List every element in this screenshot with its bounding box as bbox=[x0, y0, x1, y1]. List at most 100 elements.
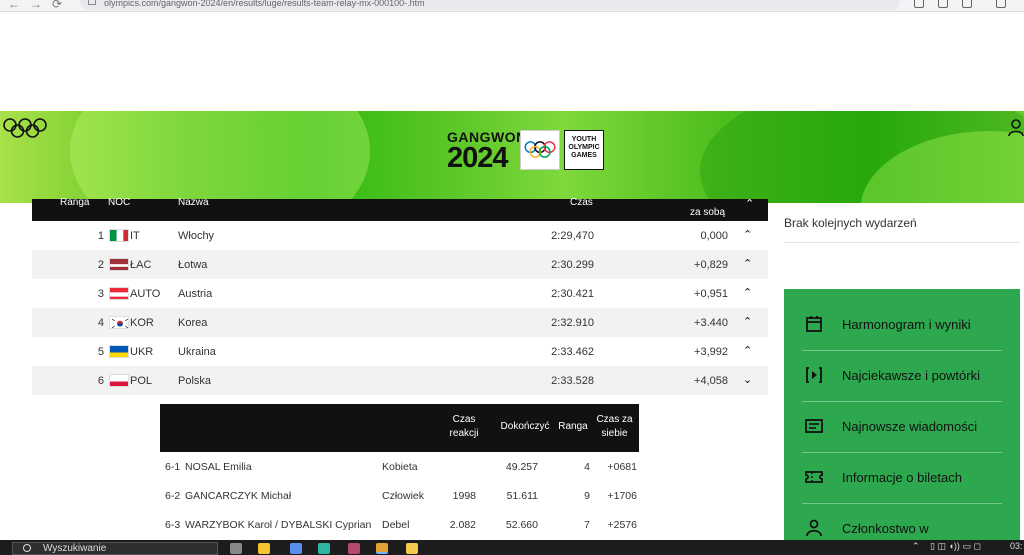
member-finish: 52.660 bbox=[505, 519, 538, 531]
divider bbox=[784, 242, 1020, 243]
col-name[interactable]: Nazwa bbox=[178, 197, 209, 208]
row-rank: 3 bbox=[97, 288, 104, 300]
edge-icon[interactable] bbox=[318, 543, 330, 554]
member-own-time: +0681 bbox=[607, 461, 638, 473]
result-row[interactable]: 1 IT Włochy 2:29,470 0,000 ⌃ bbox=[32, 221, 768, 250]
clock[interactable]: 03: bbox=[1010, 541, 1023, 551]
download-icon[interactable] bbox=[914, 0, 924, 8]
member-finish: 49.257 bbox=[505, 461, 538, 473]
result-row[interactable]: 5 UKR Ukraina 2:33.462 +3,992 ⌃ bbox=[32, 337, 768, 366]
member-reaction: 2.082 bbox=[449, 519, 476, 531]
row-time: 2:33.528 bbox=[551, 375, 594, 387]
search-placeholder: Wyszukiwanie bbox=[43, 543, 107, 554]
member-finish: 51.611 bbox=[506, 490, 538, 502]
expand-chevron-icon[interactable]: ⌃ bbox=[743, 344, 752, 357]
member-name: NOSAL Emilia bbox=[185, 461, 252, 473]
app-icon[interactable] bbox=[290, 543, 302, 554]
result-row[interactable]: 6 POL Polska 2:33.528 +4,058 ⌄ bbox=[32, 366, 768, 395]
olympic-rings-icon bbox=[520, 130, 560, 170]
flag-ukraine-icon bbox=[109, 345, 129, 358]
expand-chevron-icon[interactable]: ⌃ bbox=[743, 257, 752, 270]
team-member-row[interactable]: 6-3 WARZYBOK Karol / DYBALSKI Cyprian De… bbox=[160, 510, 639, 539]
sidebar-item-tickets[interactable]: Informacje o biletach bbox=[802, 453, 1002, 504]
sidebar-item-highlights[interactable]: Najciekawsze i powtórki bbox=[802, 351, 1002, 402]
expand-chevron-icon[interactable]: ⌃ bbox=[743, 315, 752, 328]
member-event: Człowiek bbox=[382, 490, 425, 502]
row-gap: +4,058 bbox=[694, 375, 728, 387]
news-icon bbox=[805, 419, 823, 433]
row-time: 2:30.421 bbox=[551, 288, 594, 300]
row-gap: 0,000 bbox=[700, 230, 728, 242]
row-gap: +3.440 bbox=[694, 317, 728, 329]
collapse-chevron-icon[interactable]: ⌃ bbox=[745, 197, 754, 210]
member-rank: 7 bbox=[584, 519, 590, 531]
olympic-rings-icon[interactable] bbox=[2, 117, 48, 139]
row-name: Korea bbox=[178, 317, 208, 329]
forward-icon[interactable]: → bbox=[30, 0, 42, 11]
search-icon bbox=[23, 544, 31, 552]
row-name: Łotwa bbox=[178, 259, 208, 271]
team-detail-header: Czas reakcji Dokończyć Ranga Czas za sie… bbox=[160, 404, 639, 452]
browser-toolbar: ← → ⟳ olympics.com/gangwon-2024/en/resul… bbox=[0, 0, 1024, 12]
expand-chevron-icon[interactable]: ⌃ bbox=[743, 286, 752, 299]
sidebar-item-label: Informacje o biletach bbox=[842, 470, 962, 485]
back-icon[interactable]: ← bbox=[8, 0, 20, 11]
result-row[interactable]: 3 AUTO Austria 2:30.421 +0,951 ⌃ bbox=[32, 279, 768, 308]
results-table-header: Ranga NOC Nazwa Czas za sobą ⌃ bbox=[32, 197, 768, 221]
chrome-icon[interactable] bbox=[376, 543, 388, 554]
file-explorer-icon[interactable] bbox=[406, 543, 418, 554]
expand-chevron-icon[interactable]: ⌃ bbox=[743, 228, 752, 241]
user-icon[interactable] bbox=[1008, 119, 1024, 137]
page: ← → ⟳ olympics.com/gangwon-2024/en/resul… bbox=[0, 0, 1024, 555]
share-icon[interactable] bbox=[938, 0, 948, 8]
task-view-icon[interactable] bbox=[230, 543, 242, 554]
result-row[interactable]: 4 KOR Korea 2:32.910 +3.440 ⌃ bbox=[32, 308, 768, 337]
row-name: Austria bbox=[178, 288, 213, 300]
sidebar-item-label: Harmonogram i wyniki bbox=[842, 317, 971, 332]
sidebar-item-schedule[interactable]: Harmonogram i wyniki bbox=[802, 300, 1002, 351]
bookmark-icon[interactable] bbox=[962, 0, 972, 8]
tray-icons[interactable]: ▯ ◫ ◖)) ▭ ◻ bbox=[930, 541, 981, 552]
row-gap: +3,992 bbox=[694, 346, 728, 358]
team-member-row[interactable]: 6-1 NOSAL Emilia Kobieta 49.257 4 +0681 bbox=[160, 452, 639, 481]
row-time: 2:32.910 bbox=[551, 317, 594, 329]
app-icon[interactable] bbox=[348, 543, 360, 554]
sidebar-item-label: Najciekawsze i powtórki bbox=[842, 368, 980, 383]
tray-chevron-icon[interactable]: ⌃ bbox=[912, 541, 920, 552]
row-noc: KOR bbox=[130, 317, 154, 329]
sidebar-item-label: Najnowsze wiadomości bbox=[842, 419, 978, 434]
logo-line2: 2024 bbox=[447, 142, 509, 174]
row-rank: 1 bbox=[97, 230, 104, 242]
address-bar[interactable]: olympics.com/gangwon-2024/en/results/lug… bbox=[80, 0, 900, 10]
col-rank[interactable]: Ranga bbox=[60, 197, 89, 208]
sidebar-item-news[interactable]: Najnowsze wiadomości bbox=[802, 402, 1002, 453]
extensions-icon[interactable] bbox=[996, 0, 1006, 8]
ticket-icon bbox=[805, 471, 823, 483]
sidebar-item-label: Członkostwo w bbox=[842, 521, 929, 536]
row-rank: 5 bbox=[97, 346, 104, 358]
team-member-row[interactable]: 6-2 GANCARCZYK Michał Człowiek 1998 51.6… bbox=[160, 481, 639, 510]
collapse-chevron-icon[interactable]: ⌄ bbox=[743, 373, 752, 386]
col-time[interactable]: Czas bbox=[570, 197, 593, 208]
col-behind[interactable]: za sobą bbox=[690, 207, 725, 218]
col-rank: Ranga bbox=[558, 421, 588, 432]
flag-austria-icon bbox=[109, 287, 129, 300]
row-gap: +0,951 bbox=[694, 288, 728, 300]
reload-icon[interactable]: ⟳ bbox=[52, 0, 62, 11]
row-noc: POL bbox=[130, 375, 153, 387]
result-row[interactable]: 2 ŁAC Łotwa 2:30.299 +0,829 ⌃ bbox=[32, 250, 768, 279]
team-detail-table: Czas reakcji Dokończyć Ranga Czas za sie… bbox=[160, 404, 639, 539]
row-time: 2:33.462 bbox=[551, 346, 594, 358]
gangwon-2024-logo[interactable]: GANGWON 2024 YOUTH OLYMPIC GAMES bbox=[447, 127, 607, 191]
member-own-time: +1706 bbox=[607, 490, 638, 502]
calendar-icon bbox=[806, 316, 822, 332]
row-gap: +0,829 bbox=[694, 259, 728, 271]
member-id: 6-2 bbox=[165, 490, 181, 502]
row-noc: UKR bbox=[130, 346, 154, 358]
app-icon[interactable] bbox=[258, 543, 270, 554]
taskbar-search[interactable]: Wyszukiwanie bbox=[12, 542, 218, 555]
row-rank: 6 bbox=[97, 375, 104, 387]
col-noc[interactable]: NOC bbox=[108, 197, 130, 208]
flag-italy-icon bbox=[109, 229, 129, 242]
row-rank: 4 bbox=[97, 317, 104, 329]
